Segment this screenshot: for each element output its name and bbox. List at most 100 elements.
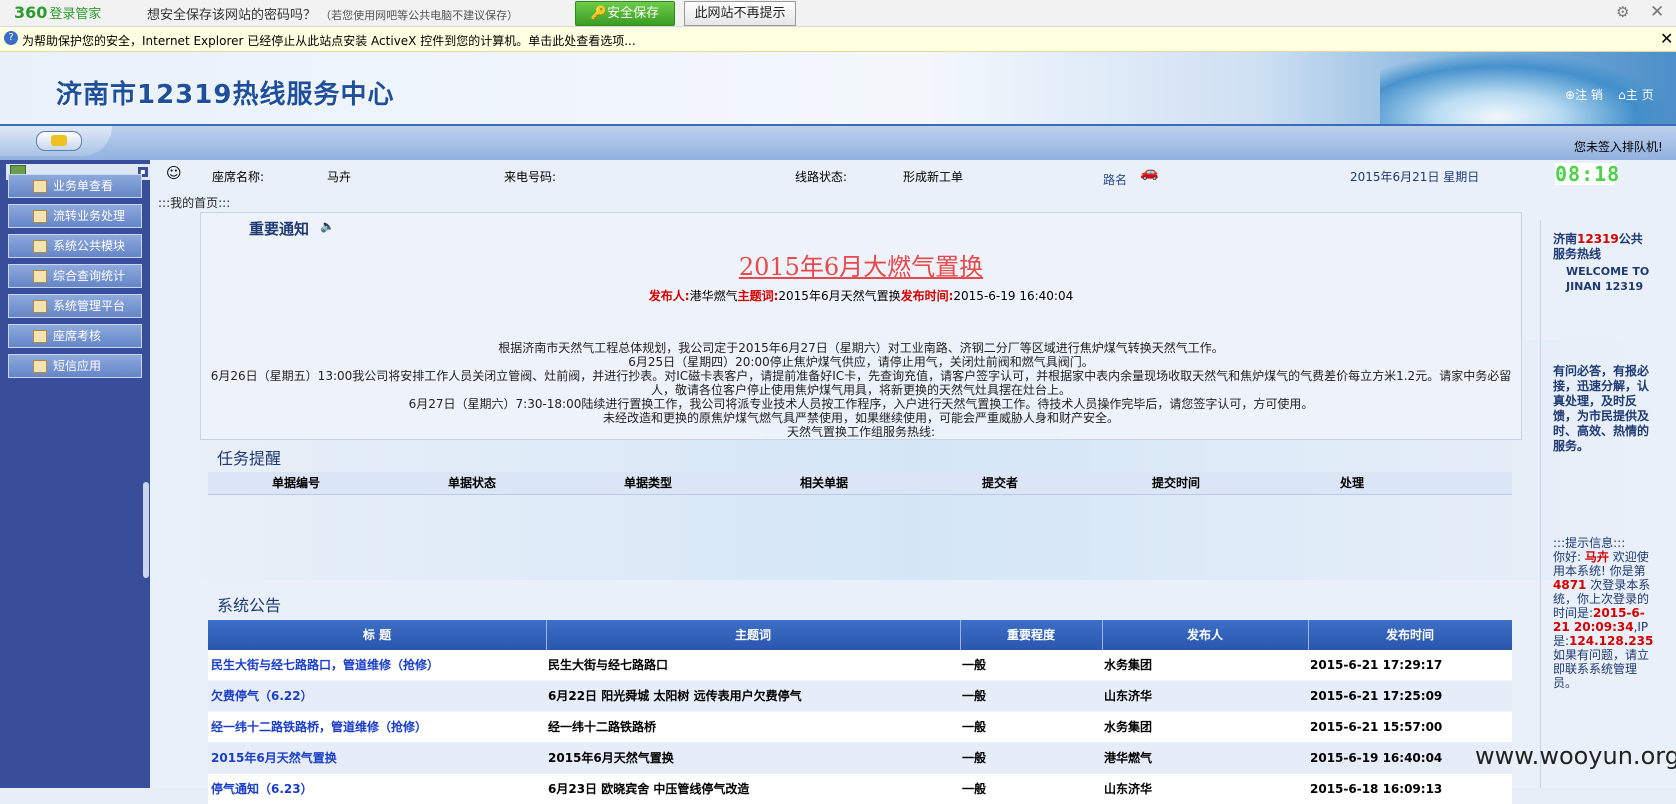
column-header: 主题词 [546, 620, 961, 650]
sidebar-splitter[interactable] [143, 482, 149, 578]
sidebar-item-seat-assessment[interactable]: 座席考核 [8, 324, 142, 348]
tasks-heading: 任务提醒 [217, 449, 282, 468]
announcement-subject: 6月23日 欧晓宾舍 中压管线停气改造 [548, 782, 750, 796]
task-reminder-panel: 任务提醒 单据编号 单据状态 单据类型 相关单据 提交者 提交时间 处理 [200, 440, 1520, 576]
announcements-heading: 系统公告 [217, 596, 282, 615]
announcement-title-link[interactable]: 民生大街与经七路路口，管道维修（抢修） [211, 650, 543, 680]
announcement-time: 2015-6-18 16:09:13 [1310, 782, 1443, 796]
document-icon [33, 300, 47, 313]
sidebar-item-query-stats[interactable]: 综合查询统计 [8, 264, 142, 288]
announcement-title-link[interactable]: 停气通知（6.23） [211, 774, 543, 804]
notice-body: 根据济南市天然气工程总体规划，我公司定于2015年6月27日（星期六）对工业南路… [210, 341, 1512, 437]
document-icon [33, 210, 47, 223]
safe-save-button[interactable]: 🔑安全保存 [575, 1, 675, 26]
phone-label: 来电号码: [504, 170, 557, 184]
road-name[interactable]: 路名 [1103, 171, 1127, 188]
seat-name: 马卉 [327, 170, 352, 184]
queue-status: 您未签入排队机! [1574, 140, 1663, 154]
gear-icon[interactable]: ⚙ [1616, 3, 1629, 21]
announcement-level: 一般 [962, 782, 987, 796]
close-icon[interactable]: ✕ [1660, 29, 1673, 48]
column-header: 处理 [1339, 476, 1364, 490]
column-header: 单据类型 [623, 476, 672, 490]
right-info-panel: 济南12319公共服务热线 WELCOME TO JINAN 12319 有问必… [1540, 220, 1655, 788]
table-row[interactable]: 民生大街与经七路路口，管道维修（抢修） 民生大街与经七路路口 一般 水务集团 2… [208, 650, 1512, 680]
document-icon [33, 360, 47, 373]
car-icon[interactable]: 🚗 [1140, 163, 1159, 181]
announcement-title-link[interactable]: 经一纬十二路铁路桥，管道维修（抢修） [211, 712, 543, 742]
sidebar-item-flow-processing[interactable]: 流转业务处理 [8, 204, 142, 228]
announcement-publisher: 港华燃气 [1104, 751, 1153, 765]
document-icon [33, 270, 47, 283]
hotline-name: 济南12319公共服务热线 [1553, 232, 1643, 261]
seat-label: 座席名称: [212, 170, 265, 184]
breadcrumb: :::我的首页::: [158, 196, 231, 210]
watermark: www.wooyun.org [1475, 742, 1676, 770]
never-prompt-button[interactable]: 此网站不再提示 [684, 1, 796, 26]
table-row[interactable]: 停气通知（6.23） 6月23日 欧晓宾舍 中压管线停气改造 一般 山东济华 2… [208, 774, 1512, 804]
announcement-time: 2015-6-21 17:29:17 [1310, 658, 1443, 672]
table-row[interactable]: 经一纬十二路铁路桥，管道维修（抢修） 经一纬十二路铁路桥 一般 水务集团 201… [208, 712, 1512, 742]
announcement-publisher: 水务集团 [1104, 720, 1153, 734]
message-icon[interactable] [36, 131, 82, 151]
notice-heading: 重要通知 [249, 220, 310, 238]
sidebar-item-public-module[interactable]: 系统公共模块 [8, 234, 142, 258]
announcement-publisher: 水务集团 [1104, 658, 1153, 672]
logo-360: 360 登录管家 [14, 3, 102, 22]
ie-information-bar[interactable]: ? 为帮助保护您的安全，Internet Explorer 已经停止从此站点安装… [0, 27, 1676, 52]
agent-info-row: ☺ 座席名称: 马卉 来电号码: 线路状态: 形成新工单 路名 🚗 2015年6… [150, 160, 1676, 198]
shield-info-icon: ? [4, 31, 18, 45]
sidebar: ▪ 业务单查看 流转业务处理 系统公共模块 综合查询统计 系统管理平台 座席考核… [0, 160, 150, 788]
column-header: 相关单据 [799, 476, 848, 490]
login-tip: :::提示信息::: 你好: 马卉 欢迎使用本系统! 你是第 4871 次登录本… [1553, 536, 1654, 690]
logout-link[interactable]: ⊕注 销 [1565, 88, 1603, 102]
speaker-icon: 🔈 [320, 219, 335, 233]
digital-clock: 08:18 [1555, 162, 1621, 186]
announcement-level: 一般 [962, 751, 987, 765]
sidebar-item-business-view[interactable]: 业务单查看 [8, 174, 142, 198]
service-motto: 有问必答，有报必接，迅速分解，认真处理，及时反馈，为市民提供及时、高效、热情的服… [1553, 364, 1650, 453]
welcome-text: WELCOME TO JINAN 12319 [1566, 265, 1650, 293]
table-row[interactable]: 2015年6月天然气置换 2015年6月天然气置换 一般 港华燃气 2015-6… [208, 743, 1512, 773]
announcement-subject: 经一纬十二路铁路桥 [548, 720, 657, 734]
line-label: 线路状态: [795, 170, 848, 184]
column-header: 提交者 [981, 476, 1018, 490]
close-icon[interactable]: ✕ [1650, 2, 1664, 22]
notice-meta: 发布人:港华燃气主题词:2015年6月天然气置换发布时间:2015-6-19 1… [648, 289, 1074, 303]
notice-title[interactable]: 2015年6月大燃气置换 [201, 247, 1521, 282]
home-link[interactable]: ⌂主 页 [1618, 88, 1653, 102]
sidebar-item-sms[interactable]: 短信应用 [8, 354, 142, 378]
announcement-level: 一般 [962, 689, 987, 703]
announcement-subject: 6月22日 阳光舜城 太阳树 远传表用户欠费停气 [548, 689, 802, 703]
announcement-publisher: 山东济华 [1104, 689, 1153, 703]
column-header: 提交时间 [1151, 476, 1200, 490]
column-header: 标 题 [208, 620, 547, 650]
column-header: 单据状态 [447, 476, 496, 490]
save-password-question: 想安全保存该网站的密码吗？ （若您使用网吧等公共电脑不建议保存） [147, 8, 519, 23]
sidebar-item-system-admin[interactable]: 系统管理平台 [8, 294, 142, 318]
announcement-title-link[interactable]: 欠费停气（6.22） [211, 681, 543, 711]
password-save-bar: 360 登录管家 想安全保存该网站的密码吗？ （若您使用网吧等公共电脑不建议保存）… [0, 0, 1676, 27]
header-banner: 济南市12319热线服务中心 ⊕注 销 ⌂主 页 [0, 52, 1676, 124]
current-date: 2015年6月21日 星期日 [1350, 170, 1480, 184]
column-header: 单据编号 [271, 476, 320, 490]
header-links: ⊕注 销 ⌂主 页 [1565, 86, 1654, 103]
line-status: 形成新工单 [903, 170, 964, 184]
announcement-subject: 民生大街与经七路路口 [548, 658, 669, 672]
announcements-table-header: 标 题 主题词 重要程度 发布人 发布时间 [208, 620, 1512, 650]
announcement-level: 一般 [962, 720, 987, 734]
announcement-time: 2015-6-21 17:25:09 [1310, 689, 1443, 703]
document-icon [33, 330, 47, 343]
key-icon: 🔑 [590, 6, 608, 21]
announcement-subject: 2015年6月天然气置换 [548, 751, 674, 765]
column-header: 重要程度 [960, 620, 1103, 650]
column-header: 发布人 [1102, 620, 1309, 650]
nav-strip: 您未签入排队机! [0, 124, 1676, 162]
infobar-text[interactable]: 为帮助保护您的安全，Internet Explorer 已经停止从此站点安装 A… [22, 32, 636, 49]
table-row[interactable]: 欠费停气（6.22） 6月22日 阳光舜城 太阳树 远传表用户欠费停气 一般 山… [208, 681, 1512, 711]
announcement-level: 一般 [962, 658, 987, 672]
important-notice-panel: 重要通知 🔈 2015年6月大燃气置换 发布人:港华燃气主题词:2015年6月天… [200, 212, 1522, 440]
document-icon [33, 180, 47, 193]
announcement-time: 2015-6-21 15:57:00 [1310, 720, 1443, 734]
announcement-title-link[interactable]: 2015年6月天然气置换 [211, 743, 543, 773]
